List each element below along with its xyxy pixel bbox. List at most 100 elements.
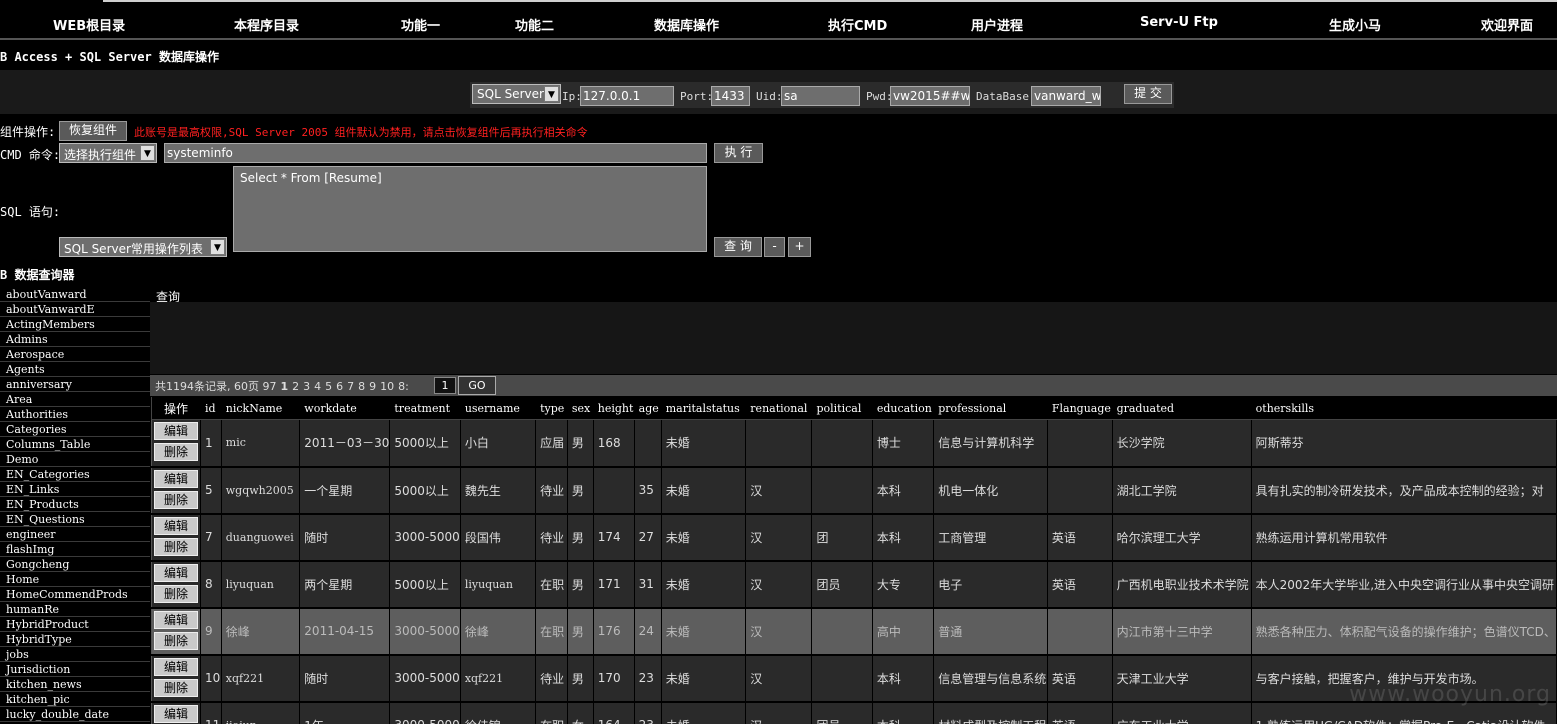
table-list-item[interactable]: HybridType (0, 632, 150, 647)
table-list-item[interactable]: Home (0, 572, 150, 587)
table-cell: 信息管理与信息系统 (933, 654, 1048, 703)
sql-textarea[interactable]: Select * From [Resume] (233, 166, 707, 252)
nav-function-1[interactable]: 功能一 (401, 15, 440, 34)
sql-ops-select[interactable]: SQL Server常用操作列表 ▼ (59, 237, 227, 257)
table-list-item[interactable]: Aerospace (0, 347, 150, 362)
pager-page-link[interactable]: 2 (292, 380, 299, 393)
column-header: nickName (220, 396, 301, 420)
exec-component-select[interactable]: 选择执行组件 ▼ (59, 143, 157, 163)
table-list-item[interactable]: anniversary (0, 377, 150, 392)
pager-page-link[interactable]: 6 (336, 380, 343, 393)
nav-exec-cmd[interactable]: 执行CMD (828, 15, 887, 34)
pager-page-link[interactable]: 10 (380, 380, 394, 393)
submit-button[interactable]: 提 交 (1124, 84, 1172, 104)
restore-component-button[interactable]: 恢复组件 (59, 121, 127, 141)
table-cell: 电子 (933, 560, 1048, 609)
table-cell: 本人2002年大学毕业,进入中央空调行业从事中央空调研 (1250, 560, 1557, 609)
connection-form: SQL Server ▼ Ip: 127.0.0.1 Port: 1433 Uid… (470, 82, 1174, 108)
ip-input[interactable]: 127.0.0.1 (580, 86, 674, 106)
cmd-input[interactable]: systeminfo (164, 143, 707, 163)
table-list-item[interactable]: Authorities (0, 407, 150, 422)
pager-page-link[interactable]: 5 (325, 380, 332, 393)
edit-button[interactable]: 编辑 (154, 469, 198, 488)
table-list-item[interactable]: aboutVanwardE (0, 302, 150, 317)
table-cell: 团 (811, 513, 873, 562)
uid-input[interactable]: sa (781, 86, 860, 106)
table-cell: 5000以上 (389, 466, 461, 515)
page-input[interactable]: 1 (434, 377, 456, 394)
table-list-item[interactable]: HybridProduct (0, 617, 150, 632)
table-list-item[interactable]: humanRe (0, 602, 150, 617)
delete-button[interactable]: 删除 (154, 490, 198, 509)
table-list-item[interactable]: Area (0, 392, 150, 407)
table-list-item[interactable]: jobs (0, 647, 150, 662)
delete-button[interactable]: 删除 (154, 631, 198, 650)
table-row: 编辑 删除 8 liyuquan 两个星期 5000以上 liyuquan 在职男 171 31 未… (151, 560, 1557, 609)
table-list-item[interactable]: EN_Questions (0, 512, 150, 527)
database-input[interactable]: vanward_wi (1031, 86, 1101, 106)
edit-button[interactable]: 编辑 (154, 657, 198, 676)
delete-button[interactable]: 删除 (154, 584, 198, 603)
table-list-item[interactable]: EN_Products (0, 497, 150, 512)
query-button[interactable]: 查 询 (714, 237, 762, 257)
table-cell: 徐峰 (220, 607, 301, 656)
column-header: sex (566, 396, 594, 420)
port-input[interactable]: 1433 (711, 86, 750, 106)
table-cell (745, 419, 813, 468)
table-cell: 哈尔滨理工大学 (1111, 513, 1252, 562)
table-list-item[interactable]: EN_Categories (0, 467, 150, 482)
table-list-item[interactable]: Admins (0, 332, 150, 347)
pager-page-link[interactable]: 9 (369, 380, 376, 393)
table-list-item[interactable]: Jurisdiction (0, 662, 150, 677)
table-list-item[interactable]: HomeCommendProds (0, 587, 150, 602)
column-header: Flanguage (1046, 396, 1113, 420)
edit-button[interactable]: 编辑 (154, 610, 198, 629)
pager-page-link[interactable]: 3 (303, 380, 310, 393)
delete-button[interactable]: 删除 (154, 537, 198, 556)
table-list-item[interactable]: Agents (0, 362, 150, 377)
nav-welcome[interactable]: 欢迎界面 (1481, 15, 1533, 34)
pager-page-link[interactable]: 4 (314, 380, 321, 393)
table-list-item[interactable]: ActingMembers (0, 317, 150, 332)
pwd-input[interactable]: vw2015##wei (890, 86, 970, 106)
nav-database[interactable]: 数据库操作 (654, 15, 719, 34)
table-list-item[interactable]: Categories (0, 422, 150, 437)
nav-web-root[interactable]: WEB根目录 (53, 15, 125, 34)
db-type-select[interactable]: SQL Server ▼ (472, 84, 561, 104)
execute-button[interactable]: 执 行 (714, 143, 763, 163)
table-list-item[interactable]: EN_Links (0, 482, 150, 497)
nav-program-dir[interactable]: 本程序目录 (234, 15, 299, 34)
table-list-item[interactable]: Gongcheng (0, 557, 150, 572)
table-list-item[interactable]: kitchen_pic (0, 692, 150, 707)
database-label: DataBase: (976, 90, 1036, 103)
plus-button[interactable]: + (788, 237, 811, 257)
table-cell (592, 466, 635, 515)
result-table: 操作 id nickName workdate treatment username typ… (151, 396, 1557, 724)
table-cell (811, 466, 873, 515)
table-cell: 3000-5000 (389, 701, 461, 724)
table-cell: 汉 (745, 654, 813, 703)
pager-page-link[interactable]: 8 (358, 380, 365, 393)
table-list-item[interactable]: Demo (0, 452, 150, 467)
delete-button[interactable]: 删除 (154, 443, 198, 462)
table-list-item[interactable]: Columns_Table (0, 437, 150, 452)
table-list-item[interactable]: kitchen_news (0, 677, 150, 692)
table-cell: 5000以上 (389, 419, 461, 468)
nav-function-2[interactable]: 功能二 (515, 15, 554, 34)
edit-button[interactable]: 编辑 (154, 516, 198, 535)
nav-servu-ftp[interactable]: Serv-U Ftp (1140, 15, 1218, 30)
table-list-item[interactable]: engineer (0, 527, 150, 542)
delete-button[interactable]: 删除 (154, 678, 198, 697)
minus-button[interactable]: - (764, 237, 785, 257)
table-list-item[interactable]: aboutVanward (0, 287, 150, 302)
edit-button[interactable]: 编辑 (154, 704, 198, 723)
pager-page-link[interactable]: 7 (347, 380, 354, 393)
table-list-item[interactable]: lucky_double_date (0, 707, 150, 722)
edit-button[interactable]: 编辑 (154, 422, 198, 441)
nav-user-process[interactable]: 用户进程 (971, 15, 1023, 34)
go-button[interactable]: GO (458, 376, 496, 395)
nav-generate[interactable]: 生成小马 (1329, 15, 1381, 34)
query-section-title: B 数据查询器 (0, 268, 75, 282)
table-list-item[interactable]: flashImg (0, 542, 150, 557)
edit-button[interactable]: 编辑 (154, 563, 198, 582)
